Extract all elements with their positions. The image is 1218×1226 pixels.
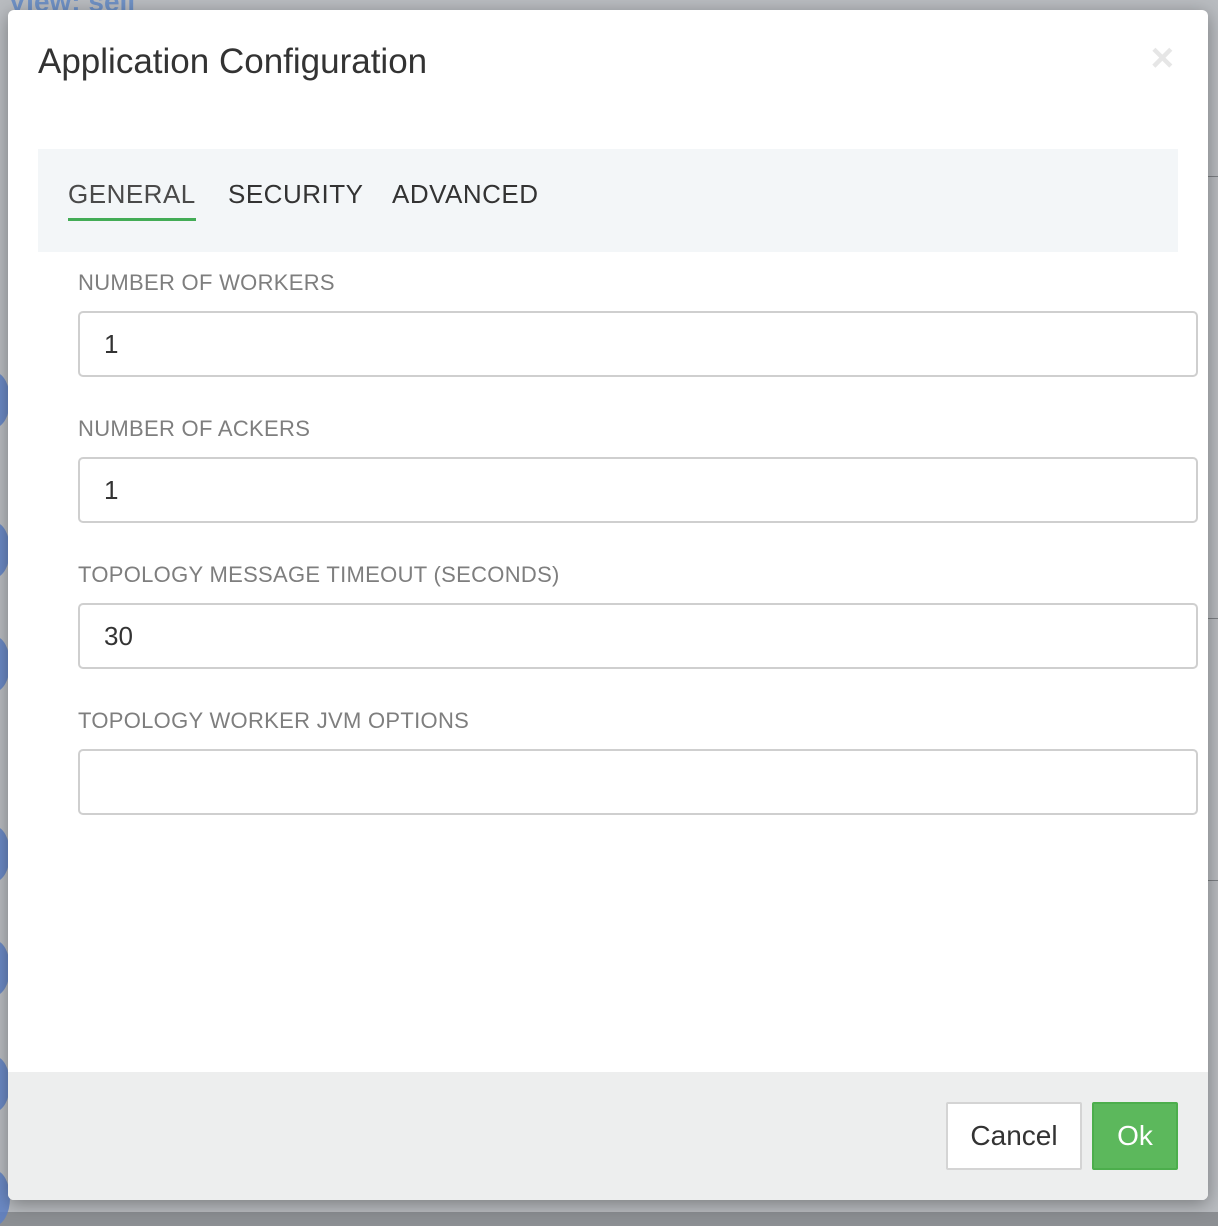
cancel-button[interactable]: Cancel [946,1102,1082,1170]
topology-message-timeout-label: TOPOLOGY MESSAGE TIMEOUT (SECONDS) [78,562,560,587]
ok-button[interactable]: Ok [1092,1102,1178,1170]
application-configuration-modal: Application Configuration × GENERAL SECU… [8,10,1208,1200]
number-of-ackers-input[interactable] [78,457,1198,523]
modal-title: Application Configuration [38,42,428,81]
modal-header: Application Configuration × [8,10,1208,120]
tab-general[interactable]: GENERAL [68,179,196,221]
tab-security[interactable]: SECURITY [228,179,363,218]
topology-worker-jvm-options-label: TOPOLOGY WORKER JVM OPTIONS [78,708,470,733]
tab-bar: GENERAL SECURITY ADVANCED [38,149,1178,252]
background-divider [1208,176,1218,177]
background-divider [1208,618,1218,619]
topology-worker-jvm-options-input[interactable] [78,749,1198,815]
close-icon[interactable]: × [1151,38,1174,78]
number-of-workers-label: NUMBER OF WORKERS [78,270,335,295]
number-of-workers-input[interactable] [78,311,1198,377]
number-of-ackers-label: NUMBER OF ACKERS [78,416,311,441]
tab-advanced[interactable]: ADVANCED [392,179,539,218]
background-divider [1208,880,1218,881]
topology-message-timeout-input[interactable] [78,603,1198,669]
modal-footer: Cancel Ok [8,1072,1208,1200]
